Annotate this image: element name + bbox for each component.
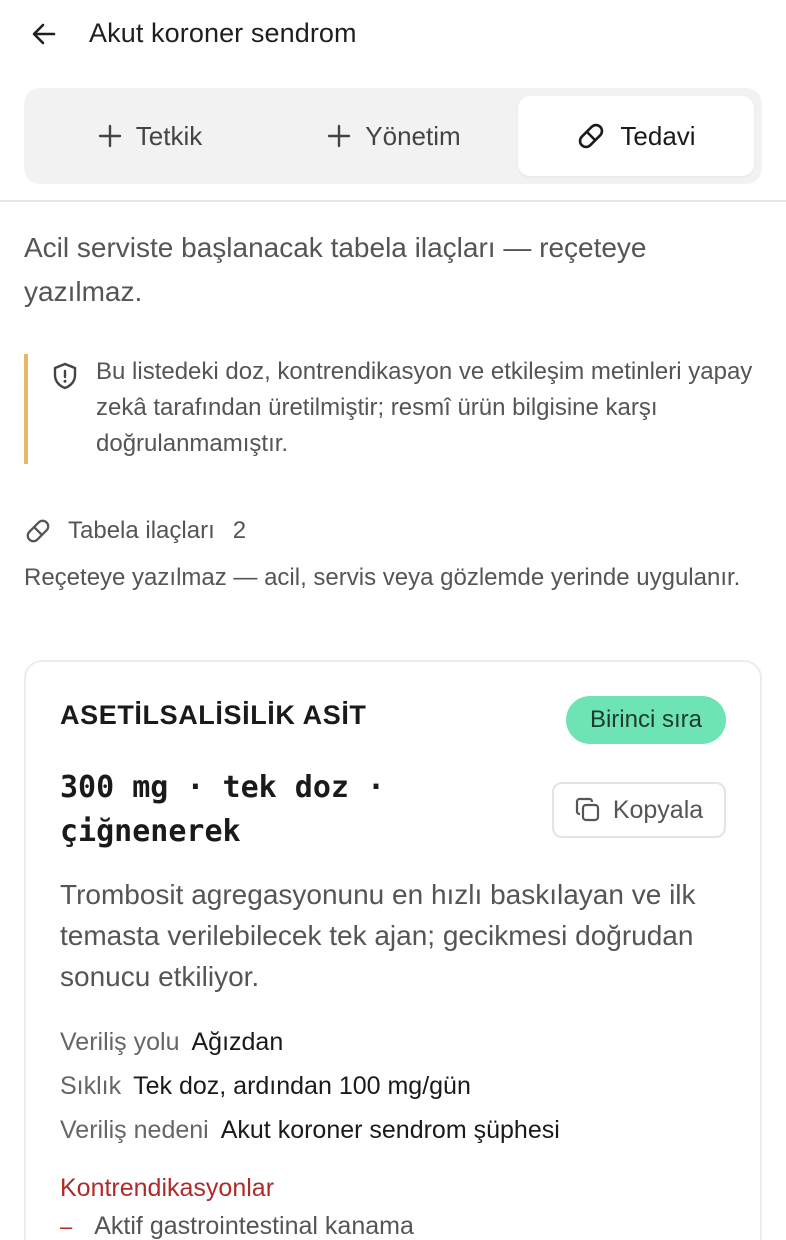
segmented-tabs: Tetkik Yönetim Tedavi (24, 88, 762, 184)
tab-tetkik[interactable]: Tetkik (32, 96, 268, 176)
priority-badge: Birinci sıra (565, 696, 726, 744)
property-label: Veriliş nedeni (60, 1115, 209, 1144)
tab-yonetim[interactable]: Yönetim (276, 96, 512, 176)
property-frequency: Sıklık Tek doz, ardından 100 mg/gün (60, 1064, 740, 1108)
section-count: 2 (232, 517, 247, 544)
pill-icon (24, 517, 52, 545)
drug-properties: Veriliş yolu Ağızdan Sıklık Tek doz, ard… (60, 1020, 740, 1152)
divider (0, 200, 786, 202)
intro-text: Acil serviste başlanacak tabela ilaçları… (24, 232, 647, 307)
tab-tedavi[interactable]: Tedavi (518, 96, 754, 176)
dose-text: 300 mg · tek doz · çiğnenerek (60, 770, 386, 849)
drug-name: ASETİLSALİSİLİK ASİT (60, 700, 367, 730)
arrow-left-icon (30, 20, 58, 53)
tab-label: Tetkik (135, 120, 203, 151)
pill-icon (576, 121, 606, 151)
copy-button[interactable]: Kopyala (552, 782, 726, 838)
contraindications-title: Kontrendikasyonlar (60, 1174, 275, 1202)
copy-icon (575, 797, 601, 823)
property-reason: Veriliş nedeni Akut koroner sendrom şüph… (60, 1108, 740, 1152)
dash-bullet-icon: – (60, 1213, 73, 1239)
tab-label: Yönetim (365, 120, 461, 151)
tab-label: Tedavi (620, 120, 696, 151)
page-title: Akut koroner sendrom (89, 18, 357, 48)
property-value: Tek doz, ardından 100 mg/gün (133, 1071, 471, 1100)
section-title: Tabela ilaçları (68, 517, 215, 544)
property-value: Akut koroner sendrom şüphesi (220, 1115, 560, 1144)
section-heading: Tabela ilaçları 2 (24, 514, 246, 548)
property-label: Veriliş yolu (60, 1027, 180, 1056)
property-route: Veriliş yolu Ağızdan (60, 1020, 740, 1064)
copy-label: Kopyala (612, 795, 704, 824)
ai-warning-callout: Bu listedeki doz, kontrendikasyon ve etk… (24, 354, 764, 464)
drug-description: Trombosit agregasyonunu en hızlı baskıla… (60, 879, 696, 992)
property-label: Sıklık (60, 1071, 122, 1100)
section-description: Reçeteye yazılmaz — acil, servis veya gö… (24, 564, 741, 591)
contraindication-item: – Aktif gastrointestinal kanama (60, 1212, 414, 1240)
plus-icon (327, 124, 351, 148)
shield-alert-icon (52, 362, 78, 395)
property-value: Ağızdan (191, 1027, 284, 1056)
plus-icon (98, 124, 122, 148)
contraindication-text: Aktif gastrointestinal kanama (94, 1212, 414, 1240)
app-header: Akut koroner sendrom (0, 0, 786, 76)
drug-card: ASETİLSALİSİLİK ASİT Birinci sıra 300 mg… (24, 660, 762, 1240)
back-button[interactable] (28, 20, 60, 52)
warning-text: Bu listedeki doz, kontrendikasyon ve etk… (96, 358, 753, 457)
